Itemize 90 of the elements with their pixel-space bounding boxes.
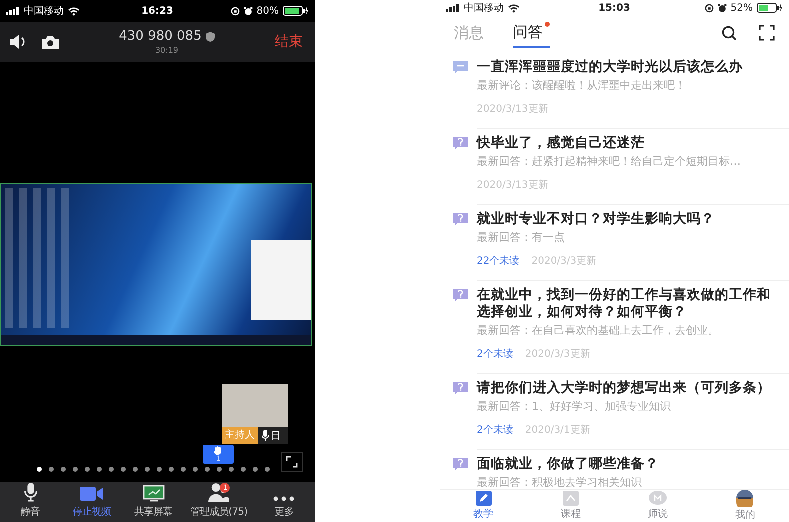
wifi-icon xyxy=(68,6,80,16)
meeting-id: 430 980 085 xyxy=(119,29,202,44)
avatar-icon xyxy=(736,490,754,507)
rotation-lock-icon xyxy=(704,4,714,12)
nav-tab[interactable]: 教学 xyxy=(440,490,528,522)
question-title[interactable]: 在就业中，找到一份好的工作与喜欢做的工作和选择创业，如何对待？如何平衡？ xyxy=(477,287,779,321)
alarm-icon xyxy=(718,4,727,12)
page-dot[interactable] xyxy=(73,467,78,472)
toolbar-button[interactable]: 共享屏幕 xyxy=(122,482,184,522)
page-dot[interactable] xyxy=(241,467,246,472)
page-dot[interactable] xyxy=(133,467,138,472)
search-button[interactable] xyxy=(722,26,737,40)
unread-count: 2个未读 xyxy=(477,424,514,438)
nav-tab[interactable]: 我的 xyxy=(702,490,789,522)
hand-icon xyxy=(214,446,223,456)
expand-icon xyxy=(286,456,298,468)
update-date: 2020/3/3更新 xyxy=(532,255,597,269)
toolbar-button[interactable]: 静音 xyxy=(0,482,62,522)
page-dot[interactable] xyxy=(37,467,42,472)
page-dot[interactable] xyxy=(205,467,210,472)
question-icon xyxy=(453,213,468,226)
shield-icon xyxy=(206,32,215,42)
more-icon xyxy=(273,496,296,502)
clock-time: 15:03 xyxy=(598,2,630,14)
question-title[interactable]: 请把你们进入大学时的梦想写出来（可列多条） xyxy=(477,380,779,397)
latest-reply: 最新回答：积极地去学习相关知识 xyxy=(477,475,643,489)
participant-name: 日 xyxy=(271,430,281,442)
video-placeholder xyxy=(222,384,288,427)
share-screen-icon xyxy=(142,485,165,502)
microphone-icon xyxy=(262,430,269,441)
page-dot[interactable] xyxy=(217,467,222,472)
page-dot[interactable] xyxy=(181,467,186,472)
switch-camera-icon[interactable] xyxy=(42,36,59,48)
page-dot[interactable] xyxy=(145,467,150,472)
update-date: 2020/3/13更新 xyxy=(477,179,548,193)
battery-percent: 80% xyxy=(256,6,279,16)
page-dot[interactable] xyxy=(265,467,270,472)
page-dot[interactable] xyxy=(49,467,54,472)
rotation-lock-icon xyxy=(230,6,240,16)
wifi-icon xyxy=(508,4,520,12)
host-label: 主持人 xyxy=(222,427,258,444)
latest-reply: 最新回答：有一点 xyxy=(477,230,566,245)
question-icon xyxy=(453,382,468,395)
latest-reply: 最新回答：在自己喜欢的基础上去工作，去创业。 xyxy=(477,323,720,338)
signal-icon xyxy=(6,7,20,15)
scan-button[interactable] xyxy=(759,25,775,41)
latest-reply: 最新回答：赶紧打起精神来吧！给自己定个短期目标… xyxy=(477,154,742,169)
update-date: 2020/3/3更新 xyxy=(525,348,590,362)
question-title[interactable]: 面临就业，你做了哪些准备？ xyxy=(477,456,779,473)
latest-reply: 最新回答：1、好好学习、加强专业知识 xyxy=(477,399,672,414)
nav-tab[interactable]: 课程 xyxy=(527,490,614,522)
comment-icon xyxy=(453,61,468,74)
clock-time: 16:23 xyxy=(142,6,174,16)
microphone-icon xyxy=(24,483,38,502)
battery-icon xyxy=(283,6,309,16)
nav-tab[interactable]: 师说 xyxy=(614,490,702,522)
toolbar-button[interactable]: 停止视频 xyxy=(61,482,123,522)
unread-count: 22个未读 xyxy=(477,255,520,269)
carrier-name: 中国移动 xyxy=(24,4,64,18)
page-dot[interactable] xyxy=(61,467,66,472)
question-icon xyxy=(453,289,468,302)
page-dot[interactable] xyxy=(253,467,258,472)
question-icon xyxy=(453,137,468,150)
page-dot[interactable] xyxy=(229,467,234,472)
question-icon xyxy=(453,458,468,471)
end-meeting-button[interactable]: 结束 xyxy=(275,33,303,51)
page-dot[interactable] xyxy=(193,467,198,472)
question-title[interactable]: 一直浑浑噩噩度过的大学时光以后该怎么办 xyxy=(477,59,779,76)
signal-icon xyxy=(446,4,460,12)
question-title[interactable]: 快毕业了，感觉自己还迷茫 xyxy=(477,135,779,152)
page-dot[interactable] xyxy=(121,467,126,472)
video-camera-icon xyxy=(80,486,104,502)
tab[interactable]: 问答 xyxy=(513,18,550,48)
page-dot[interactable] xyxy=(97,467,102,472)
unread-count: 2个未读 xyxy=(477,348,514,362)
page-dot[interactable] xyxy=(157,467,162,472)
fullscreen-button[interactable] xyxy=(281,452,303,472)
battery-icon xyxy=(757,3,783,13)
page-dot[interactable] xyxy=(85,467,90,472)
carrier-name: 中国移动 xyxy=(464,2,504,15)
latest-reply: 最新评论：该醒醒啦！从浑噩中走出来吧！ xyxy=(477,78,687,93)
update-date: 2020/3/1更新 xyxy=(525,424,590,438)
toolbar-button[interactable]: 更多 xyxy=(254,482,316,522)
page-dot[interactable] xyxy=(109,467,114,472)
battery-percent: 52% xyxy=(730,2,753,14)
meeting-duration: 30:19 xyxy=(155,46,179,55)
alarm-icon xyxy=(244,6,253,16)
update-date: 2020/3/13更新 xyxy=(477,103,548,117)
page-dot[interactable] xyxy=(169,467,174,472)
question-title[interactable]: 就业时专业不对口？对学生影响大吗？ xyxy=(477,211,779,228)
